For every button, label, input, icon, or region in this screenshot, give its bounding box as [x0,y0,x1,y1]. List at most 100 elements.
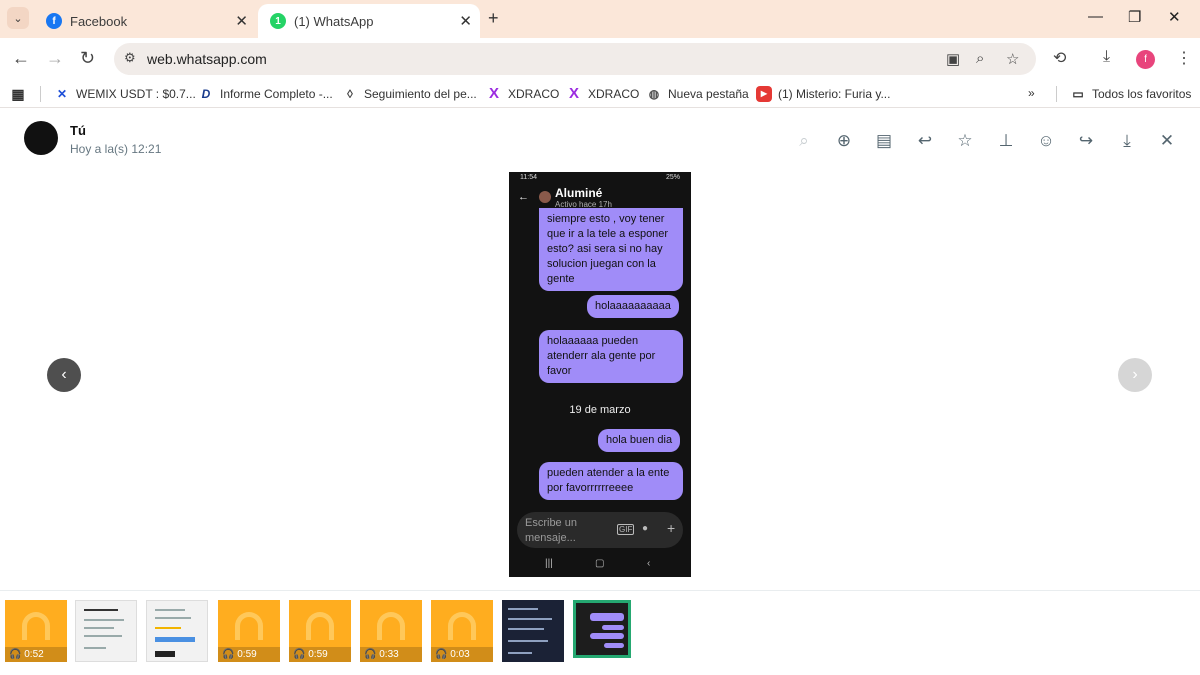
facebook-icon: f [46,13,62,29]
audio-duration: 🎧 0:59 [218,647,280,662]
close-tab-icon[interactable]: ✕ [235,12,248,30]
tab-title: (1) WhatsApp [294,13,374,29]
tab-facebook[interactable]: f Facebook ✕ [34,4,256,38]
audio-duration: 🎧 0:59 [289,647,351,662]
divider [40,86,41,102]
home-icon: ▢ [595,558,605,569]
zoom-in-icon[interactable]: ⊕ [834,131,854,151]
bookmark-label: Seguimiento del pe... [364,87,477,101]
tab-whatsapp[interactable]: 1 (1) WhatsApp ✕ [258,4,480,38]
bookmark-label: Nueva pestaña [668,87,749,101]
plus-icon: + [667,520,676,536]
bookmark-item[interactable]: X XDRACO [566,86,639,102]
caption-icon[interactable]: ▤ [874,131,894,151]
date-divider: 19 de marzo [569,404,631,416]
minimize-icon[interactable]: — [1088,8,1103,25]
browser-toolbar: ← → ↻ ⚙ web.whatsapp.com ▣ ⌕ ☆ ⟲ ⤓ f ⋮ [0,38,1200,80]
thumbnail-audio[interactable]: 🎧 0:52 [5,600,67,662]
all-bookmarks-folder[interactable]: ▭ Todos los favoritos [1070,86,1191,102]
zoom-icon[interactable]: ⌕ [976,50,984,67]
thumbnail-document[interactable] [75,600,137,662]
zoom-out-icon[interactable]: ⌕ [794,131,814,151]
bookmark-item[interactable]: ✕ WEMIX USDT : $0.7... [54,86,196,102]
previous-media-button[interactable]: ‹ [47,358,81,392]
address-bar[interactable]: ⚙ web.whatsapp.com ▣ ⌕ ☆ [114,43,1036,75]
media-image: 11:54 25% ← Aluminé Activo hace 17h siem… [509,172,691,577]
more-bookmarks-icon[interactable]: » [1028,86,1035,100]
phone-status-bar: 11:54 25% [520,174,690,181]
forward-icon[interactable]: ↪ [1076,131,1096,151]
thumbnail-audio[interactable]: 🎧 0:59 [289,600,351,662]
bookmark-item[interactable]: X XDRACO [486,86,559,102]
bookmarks-bar: ▦ ✕ WEMIX USDT : $0.7... D Informe Compl… [0,80,1200,108]
menu-icon[interactable]: ⋮ [1176,48,1192,68]
wemix-icon: ✕ [56,87,68,101]
install-app-icon[interactable]: ▣ [946,50,960,68]
thumbnail-image-selected[interactable] [573,600,631,658]
folder-icon: ▭ [1072,87,1084,101]
back-icon: ‹ [647,558,651,569]
status-battery: 25% [665,174,680,181]
emoji-icon[interactable]: ☺ [1036,131,1056,151]
sender-avatar [24,121,58,155]
tab-strip: ⌄ f Facebook ✕ 1 (1) WhatsApp ✕ + — ❐ ✕ [0,0,1200,38]
message-bubble: pueden atender a la ente por favorrrrrre… [539,462,683,500]
x-logo-icon: X [488,85,499,102]
window-close-icon[interactable]: ✕ [1168,8,1181,26]
history-icon[interactable]: ⟲ [1053,48,1066,68]
star-icon[interactable]: ☆ [955,131,975,151]
whatsapp-badge-icon: 1 [270,13,286,29]
profile-avatar[interactable]: f [1136,50,1155,69]
reply-icon[interactable]: ↩ [915,131,935,151]
downloads-icon[interactable]: ⤓ [1103,48,1110,66]
drop-icon: ◊ [347,87,353,101]
audio-duration: 🎧 0:03 [431,647,493,662]
close-tab-icon[interactable]: ✕ [459,12,472,30]
close-icon[interactable]: ✕ [1157,131,1177,151]
contact-name: Aluminé [555,186,603,200]
bookmark-label: Todos los favoritos [1092,87,1192,101]
divider [1056,86,1057,102]
bookmark-item[interactable]: D Informe Completo -... [198,86,333,102]
tab-search-button[interactable]: ⌄ [7,7,29,29]
new-tab-button[interactable]: + [488,8,499,29]
thumbnail-image[interactable] [502,600,564,662]
composer-placeholder: Escribe un mensaje... [525,517,577,544]
reload-icon[interactable]: ↻ [80,48,95,69]
chevron-left-icon: ‹ [61,366,67,383]
thumbnail-audio[interactable]: 🎧 0:59 [218,600,280,662]
forward-nav-icon[interactable]: → [46,48,64,69]
next-media-button[interactable]: › [1118,358,1152,392]
recents-icon: ||| [545,558,553,569]
thumbnail-audio[interactable]: 🎧 0:33 [360,600,422,662]
url-text: web.whatsapp.com [147,51,267,67]
site-info-icon[interactable]: ⚙ [124,50,136,66]
headphones-icon [306,612,334,640]
audio-duration: 🎧 0:52 [5,647,67,662]
bookmark-label: XDRACO [508,87,560,101]
sent-timestamp: Hoy a la(s) 12:21 [70,142,162,156]
globe-icon: ◍ [648,87,660,101]
download-icon[interactable]: ⤓ [1117,131,1137,151]
bookmark-item[interactable]: ◊ Seguimiento del pe... [342,86,477,102]
back-icon[interactable]: ← [12,48,30,69]
microphone-icon: ● [642,523,649,534]
d-logo-icon: D [201,87,211,101]
contact-avatar [539,191,551,203]
audio-duration: 🎧 0:33 [360,647,422,662]
bookmark-item[interactable]: ◍ Nueva pestaña [646,86,749,102]
status-time: 11:54 [520,174,537,181]
apps-grid-icon[interactable]: ▦ [10,86,32,102]
bookmark-star-icon[interactable]: ☆ [1006,50,1019,68]
tab-title: Facebook [70,13,128,29]
gif-icon: GIF [617,524,635,535]
restore-icon[interactable]: ❐ [1128,8,1141,26]
headphones-icon [377,612,405,640]
message-bubble: holaaaaaaaaaa [587,295,679,318]
thumbnail-audio[interactable]: 🎧 0:03 [431,600,493,662]
bookmark-item[interactable]: ▶ (1) Misterio: Furia y... [756,86,890,102]
chevron-right-icon: › [1132,366,1138,383]
message-bubble: siempre esto , voy tener que ir a la tel… [539,208,683,291]
thumbnail-document[interactable] [146,600,208,662]
pin-icon[interactable]: ⊥ [996,131,1016,151]
